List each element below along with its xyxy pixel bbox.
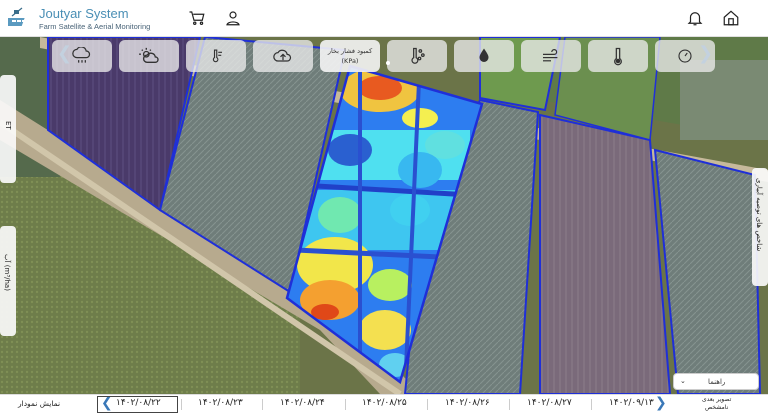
show-chart-button[interactable]: نمایش نمودار (18, 399, 60, 408)
app-header: Joutyar System Farm Satellite & Aerial M… (0, 0, 768, 37)
cloud-rain-icon (72, 47, 91, 63)
side-tab-irrigation[interactable]: شاخص های توصیه آبیاری (752, 168, 768, 286)
date-timeline: نمایش نمودار ❮ ۱۴۰۲/۰۸/۲۲ ۱۴۰۲/۰۸/۲۳ ۱۴۰… (0, 394, 768, 413)
timeline-divider (262, 399, 263, 410)
cloud-upload-icon (273, 49, 292, 62)
thermometer-dots-icon (411, 47, 425, 64)
legend-dropdown[interactable]: ⌄ راهنما (673, 373, 759, 390)
layer-btn-sun-cloud[interactable] (119, 40, 179, 72)
user-icon[interactable] (224, 9, 242, 27)
brand-title: Joutyar System (39, 6, 129, 21)
timeline-date-4[interactable]: ۱۴۰۲/۰۸/۲۵ (362, 398, 407, 408)
timeline-divider (427, 399, 428, 410)
chevron-down-icon: ⌄ (680, 377, 686, 385)
timeline-date-5[interactable]: ۱۴۰۲/۰۸/۲۶ (445, 398, 490, 408)
timeline-divider (345, 399, 346, 410)
map-canvas[interactable] (0, 37, 768, 394)
timeline-next-arrow[interactable]: ❯ (655, 395, 667, 411)
toolbar-indicator-dot (386, 61, 390, 65)
home-icon[interactable] (722, 9, 740, 27)
side-tab-water[interactable]: آب (m³/ha) (0, 226, 16, 336)
water-drop-icon (479, 48, 489, 62)
logo-icon (8, 7, 26, 26)
layer-btn-temp-dots[interactable] (387, 40, 447, 72)
layer-btn-cloud-up[interactable] (253, 40, 313, 72)
vpd-unit: (KPa) (341, 57, 359, 65)
timeline-date-2[interactable]: ۱۴۰۲/۰۸/۲۳ (198, 398, 243, 408)
thermometer-icon (614, 47, 622, 66)
timeline-divider (181, 399, 182, 410)
wind-icon (543, 49, 558, 62)
layer-btn-wind[interactable] (521, 40, 581, 72)
cart-icon[interactable] (188, 9, 206, 27)
thermometer-wind-icon (212, 49, 222, 63)
layer-btn-water[interactable] (454, 40, 514, 72)
sun-cloud-icon (139, 47, 159, 63)
timeline-divider (509, 399, 510, 410)
satellite-map[interactable] (0, 37, 768, 394)
next-image-label: تصویر بعدی (702, 396, 732, 403)
timeline-divider (591, 399, 592, 410)
layer-btn-gauge[interactable] (655, 40, 715, 72)
layer-btn-vpd[interactable]: کمبود فشار بخار (KPa) (320, 40, 380, 72)
layer-btn-rain[interactable] (52, 40, 112, 72)
legend-dropdown-value: راهنما (708, 378, 726, 386)
bell-icon[interactable] (686, 9, 704, 27)
timeline-date-7[interactable]: ۱۴۰۲/۰۹/۱۳ (609, 398, 654, 408)
side-tab-irrigation-label: شاخص های توصیه آبیاری (755, 178, 763, 252)
next-image-status: نامشخص (704, 404, 729, 411)
vpd-label: کمبود فشار بخار (327, 47, 373, 55)
layer-btn-temp[interactable] (588, 40, 648, 72)
next-image-info: تصویر بعدی نامشخص (702, 396, 731, 412)
timeline-date-1[interactable]: ۱۴۰۲/۰۸/۲۲ (116, 398, 161, 408)
side-tab-et-label: ET (4, 121, 12, 130)
layer-btn-temp-wind[interactable] (186, 40, 246, 72)
side-tab-et[interactable]: ET (0, 75, 16, 183)
timeline-date-6[interactable]: ۱۴۰۲/۰۸/۲۷ (527, 398, 572, 408)
gauge-icon (678, 49, 692, 63)
timeline-date-3[interactable]: ۱۴۰۲/۰۸/۲۴ (280, 398, 325, 408)
side-tab-water-label: آب (m³/ha) (3, 254, 11, 291)
layer-buttons: کمبود فشار بخار (KPa) (52, 40, 715, 72)
brand-subtitle: Farm Satellite & Aerial Monitoring (39, 22, 151, 31)
